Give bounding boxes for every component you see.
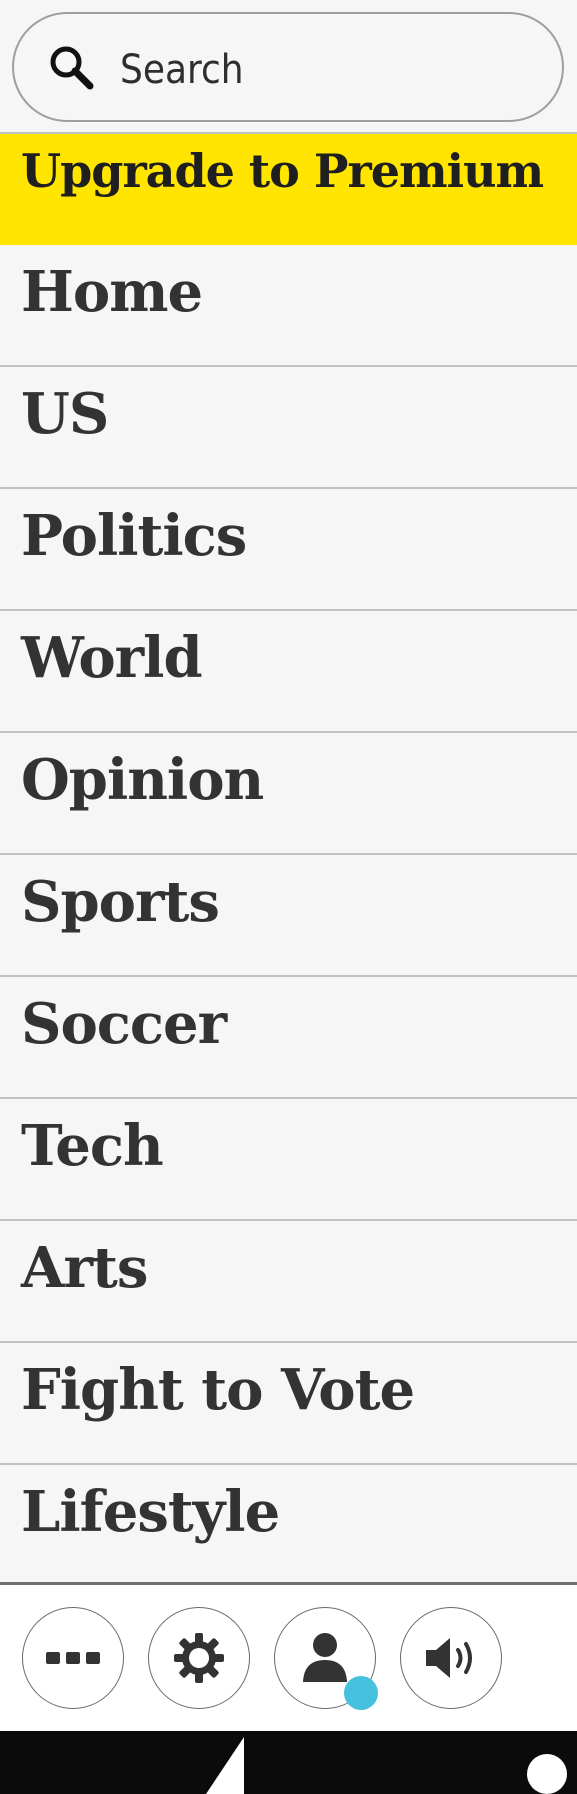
nav-item-label: US — [21, 381, 109, 447]
search-input[interactable] — [118, 44, 522, 96]
search-bar — [0, 0, 577, 134]
nav-item-world[interactable]: World — [0, 611, 577, 733]
nav-item-label: Sports — [21, 869, 220, 935]
nav-item-label: Home — [21, 259, 203, 325]
settings-button[interactable] — [148, 1607, 250, 1709]
nav-item-opinion[interactable]: Opinion — [0, 733, 577, 855]
nav-item-label: Arts — [21, 1235, 148, 1301]
nav-item-fight-to-vote[interactable]: Fight to Vote — [0, 1343, 577, 1465]
nav-item-label: Soccer — [21, 991, 227, 1057]
nav-item-label: Opinion — [21, 747, 264, 813]
nav-item-arts[interactable]: Arts — [0, 1221, 577, 1343]
upgrade-premium-button[interactable]: Upgrade to Premium — [0, 134, 577, 245]
search-box[interactable] — [12, 12, 564, 122]
back-icon[interactable] — [200, 1737, 250, 1794]
nav-item-sports[interactable]: Sports — [0, 855, 577, 977]
nav-item-home[interactable]: Home — [0, 245, 577, 367]
speaker-icon — [426, 1638, 472, 1678]
profile-notification-badge — [344, 1676, 378, 1710]
nav-item-tech[interactable]: Tech — [0, 1099, 577, 1221]
search-icon — [50, 46, 94, 90]
system-navigation-bar — [0, 1731, 577, 1794]
nav-item-us[interactable]: US — [0, 367, 577, 489]
bottom-action-bar — [0, 1582, 577, 1731]
upgrade-premium-label: Upgrade to Premium — [21, 144, 544, 198]
nav-item-label: Politics — [21, 503, 247, 569]
gear-icon — [174, 1633, 224, 1683]
audio-button[interactable] — [400, 1607, 502, 1709]
nav-item-label: Tech — [21, 1113, 164, 1179]
nav-item-soccer[interactable]: Soccer — [0, 977, 577, 1099]
nav-item-label: World — [21, 625, 203, 691]
nav-item-label: Lifestyle — [21, 1479, 280, 1545]
nav-item-politics[interactable]: Politics — [0, 489, 577, 611]
more-button[interactable] — [22, 1607, 124, 1709]
nav-item-label: Fight to Vote — [21, 1357, 415, 1423]
home-icon[interactable] — [515, 1744, 577, 1794]
nav-item-lifestyle[interactable]: Lifestyle — [0, 1465, 577, 1582]
profile-icon — [303, 1633, 347, 1682]
more-icon — [46, 1652, 100, 1664]
